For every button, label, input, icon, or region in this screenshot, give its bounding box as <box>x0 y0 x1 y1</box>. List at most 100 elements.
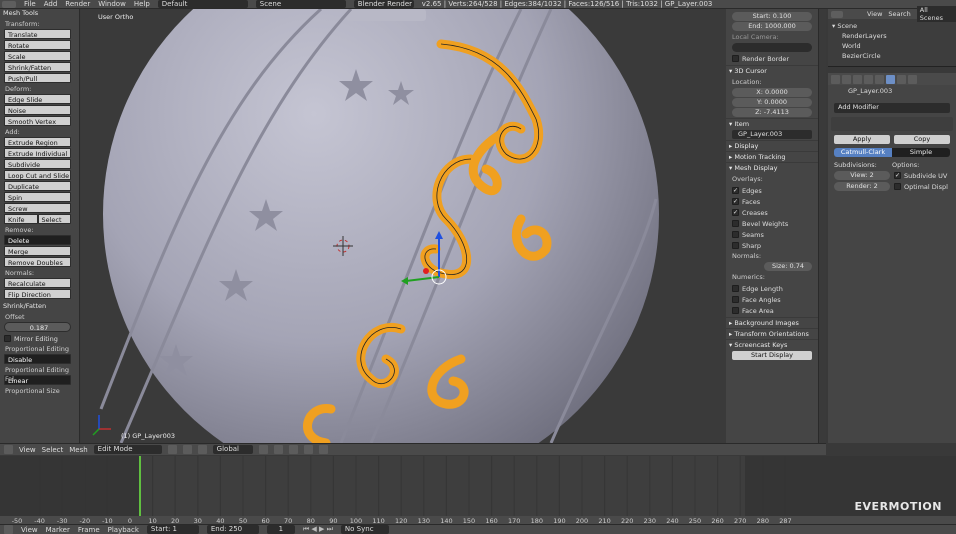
copy-button[interactable]: Copy <box>894 135 950 144</box>
duplicate-button[interactable]: Duplicate <box>4 181 71 191</box>
subdivide-button[interactable]: Subdivide <box>4 159 71 169</box>
overlay-faces-checkbox[interactable]: ✓ Faces <box>732 197 812 206</box>
layout-selector[interactable]: Default <box>157 0 248 8</box>
render-border-checkbox[interactable]: Render Border <box>732 54 812 63</box>
vertex-select-icon[interactable] <box>258 445 268 454</box>
end-frame-field[interactable]: End: 250 <box>206 525 259 534</box>
outliner-view-menu[interactable]: View <box>867 10 882 18</box>
transform-orientations-panel[interactable]: ▸ Transform Orientations <box>726 328 818 339</box>
outliner-scope[interactable]: All Scenes <box>916 6 956 22</box>
screencast-keys-panel[interactable]: ▾ Screencast Keys <box>726 339 818 350</box>
overlay-bevel-checkbox[interactable]: Bevel Weights <box>732 219 812 228</box>
scene-tab-icon[interactable] <box>842 74 851 84</box>
item-name-field[interactable]: GP_Layer.003 <box>732 130 812 139</box>
face-area-checkbox[interactable]: Face Area <box>732 306 812 315</box>
timeline-canvas[interactable]: -50 -40 -30 -20 -10 0 10 20 30 40 50 60 70 80 90 100 110… <box>0 456 956 524</box>
render-levels-field[interactable]: Render: 2 <box>834 182 890 191</box>
rotate-button[interactable]: Rotate <box>4 40 71 50</box>
pivot-icon[interactable] <box>182 445 192 454</box>
knife-select-button[interactable]: Select <box>37 214 71 224</box>
outliner-item-beziercircle[interactable]: BezierCircle <box>832 51 952 61</box>
menu-window[interactable]: Window <box>98 0 126 8</box>
render-engine-selector[interactable]: Blender Render <box>353 0 414 8</box>
viewport-editor-icon[interactable] <box>4 445 13 454</box>
shading-icon[interactable] <box>167 445 177 454</box>
3d-cursor-panel[interactable]: ▾ 3D Cursor <box>726 65 818 76</box>
overlay-sharp-checkbox[interactable]: Sharp <box>732 241 812 250</box>
overlay-edges-checkbox[interactable]: ✓ Edges <box>732 186 812 195</box>
catmull-clark-button[interactable]: Catmull-Clark <box>834 148 892 157</box>
knife-button[interactable]: Knife <box>4 214 38 224</box>
view-levels-field[interactable]: View: 2 <box>834 171 890 180</box>
data-tab-icon[interactable] <box>897 74 906 84</box>
spin-button[interactable]: Spin <box>4 192 71 202</box>
overlay-creases-checkbox[interactable]: ✓ Creases <box>732 208 812 217</box>
mesh-tools-title[interactable]: Mesh Tools <box>0 9 79 18</box>
translate-button[interactable]: Translate <box>4 29 71 39</box>
playback-controls-icon[interactable]: ⏮ ◀ ▶ ⏭ <box>303 525 333 534</box>
view-menu[interactable]: View <box>19 446 36 454</box>
modifiers-tab-icon[interactable] <box>886 74 895 84</box>
sync-selector[interactable]: No Sync <box>340 525 389 534</box>
3d-viewport[interactable]: User Ortho (1) GP_Layer003 <box>81 9 726 443</box>
outliner-editor-icon[interactable] <box>831 10 843 18</box>
extrude-individual-button[interactable]: Extrude Individual <box>4 148 71 158</box>
cursor-x-field[interactable]: X: 0.0000 <box>732 88 812 97</box>
background-images-panel[interactable]: ▸ Background Images <box>726 317 818 328</box>
proportional-icon[interactable] <box>303 445 313 454</box>
orientation-selector[interactable]: Global <box>212 445 253 454</box>
edge-slide-button[interactable]: Edge Slide <box>4 94 71 104</box>
start-display-button[interactable]: Start Display <box>732 351 812 360</box>
motion-tracking-panel[interactable]: ▸ Motion Tracking <box>726 151 818 162</box>
scene-selector[interactable]: Scene <box>255 0 346 8</box>
optimal-display-checkbox[interactable]: Optimal Displ <box>894 182 950 191</box>
screw-button[interactable]: Screw <box>4 203 71 213</box>
operator-title[interactable]: Shrink/Fatten <box>0 302 79 311</box>
mesh-menu[interactable]: Mesh <box>69 446 87 454</box>
extrude-region-button[interactable]: Extrude Region <box>4 137 71 147</box>
prop-falloff-dropdown[interactable]: Linear <box>4 375 71 385</box>
world-tab-icon[interactable] <box>853 74 862 84</box>
merge-button[interactable]: Merge <box>4 246 71 256</box>
outliner-item-renderlayers[interactable]: RenderLayers <box>832 31 952 41</box>
menu-render[interactable]: Render <box>65 0 90 8</box>
manipulator-icon[interactable] <box>197 445 207 454</box>
overlay-seams-checkbox[interactable]: Seams <box>732 230 812 239</box>
select-menu[interactable]: Select <box>42 446 64 454</box>
cursor-y-field[interactable]: Y: 0.0000 <box>732 98 812 107</box>
cursor-z-field[interactable]: Z: -7.4113 <box>732 108 812 117</box>
render-tab-icon[interactable] <box>831 74 840 84</box>
local-camera-field[interactable] <box>732 43 812 52</box>
menu-file[interactable]: File <box>24 0 36 8</box>
playback-menu[interactable]: Playback <box>108 526 139 534</box>
frame-menu[interactable]: Frame <box>78 526 100 534</box>
offset-field[interactable]: 0.187 <box>4 322 71 332</box>
apply-button[interactable]: Apply <box>834 135 890 144</box>
start-frame-field[interactable]: Start: 1 <box>146 525 199 534</box>
edge-select-icon[interactable] <box>273 445 283 454</box>
outliner-item-world[interactable]: World <box>832 41 952 51</box>
timeline[interactable]: -50 -40 -30 -20 -10 0 10 20 30 40 50 60 70 80 90 100 110… <box>0 456 956 524</box>
noise-button[interactable]: Noise <box>4 105 71 115</box>
outliner-item-scene[interactable]: ▾ Scene <box>832 21 952 31</box>
item-panel[interactable]: ▾ Item <box>726 118 818 129</box>
flip-direction-button[interactable]: Flip Direction <box>4 289 71 299</box>
remove-doubles-button[interactable]: Remove Doubles <box>4 257 71 267</box>
modifier-header[interactable] <box>831 117 953 131</box>
loop-cut-button[interactable]: Loop Cut and Slide <box>4 170 71 180</box>
outliner-search-menu[interactable]: Search <box>888 10 910 18</box>
clip-start-field[interactable]: Start: 0.100 <box>732 12 812 21</box>
shrink-fatten-button[interactable]: Shrink/Fatten <box>4 62 71 72</box>
constraints-tab-icon[interactable] <box>875 74 884 84</box>
delete-dropdown[interactable]: Delete <box>4 235 71 245</box>
editor-separator[interactable] <box>818 9 826 443</box>
timeline-editor-icon[interactable] <box>4 525 13 534</box>
viewport-canvas[interactable] <box>81 9 726 443</box>
mode-selector[interactable]: Edit Mode <box>93 445 162 454</box>
prop-editing-dropdown[interactable]: Disable <box>4 354 71 364</box>
smooth-vertex-button[interactable]: Smooth Vertex <box>4 116 71 126</box>
simple-button[interactable]: Simple <box>892 148 950 157</box>
display-panel[interactable]: ▸ Display <box>726 140 818 151</box>
subdivide-uv-checkbox[interactable]: ✓ Subdivide UV <box>894 171 950 180</box>
object-tab-icon[interactable] <box>864 74 873 84</box>
